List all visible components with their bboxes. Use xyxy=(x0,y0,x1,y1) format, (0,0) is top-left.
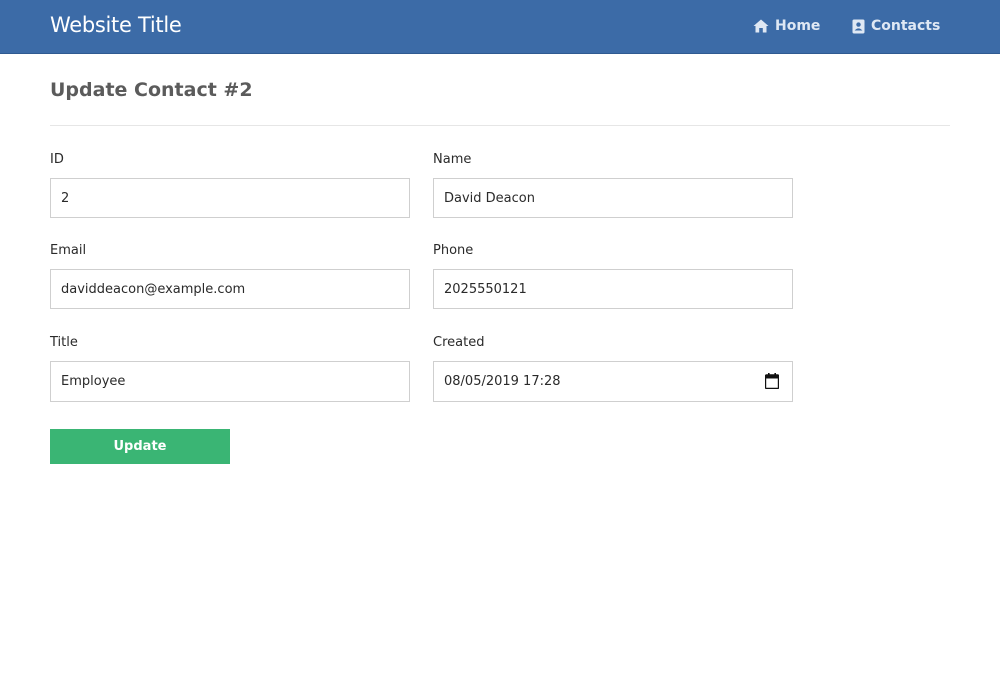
page-title: Update Contact #2 xyxy=(50,79,253,101)
title-field[interactable] xyxy=(50,361,410,402)
nav-home-link[interactable]: Home xyxy=(753,18,820,34)
phone-label: Phone xyxy=(433,243,474,258)
phone-field[interactable] xyxy=(433,269,793,309)
nav-contacts-label: Contacts xyxy=(871,18,941,34)
id-field[interactable] xyxy=(50,178,410,218)
title-label: Title xyxy=(50,335,78,350)
created-value[interactable]: 08/05/2019 17:28 xyxy=(444,374,561,389)
top-navbar: Website Title Home Contacts xyxy=(0,0,1000,54)
name-label: Name xyxy=(433,152,472,167)
created-datetime-field[interactable]: 08/05/2019 17:28 xyxy=(433,361,793,402)
nav-contacts-link[interactable]: Contacts xyxy=(852,18,940,34)
update-button[interactable]: Update xyxy=(50,429,230,464)
name-field[interactable] xyxy=(433,178,793,218)
calendar-icon[interactable] xyxy=(765,373,779,389)
nav-home-label: Home xyxy=(775,18,821,34)
home-icon xyxy=(753,19,769,33)
address-book-icon xyxy=(852,19,865,33)
id-label: ID xyxy=(50,152,64,167)
title-divider xyxy=(50,125,950,126)
created-label: Created xyxy=(433,335,485,350)
email-label: Email xyxy=(50,243,87,258)
email-field[interactable] xyxy=(50,269,410,309)
site-title[interactable]: Website Title xyxy=(50,13,182,37)
